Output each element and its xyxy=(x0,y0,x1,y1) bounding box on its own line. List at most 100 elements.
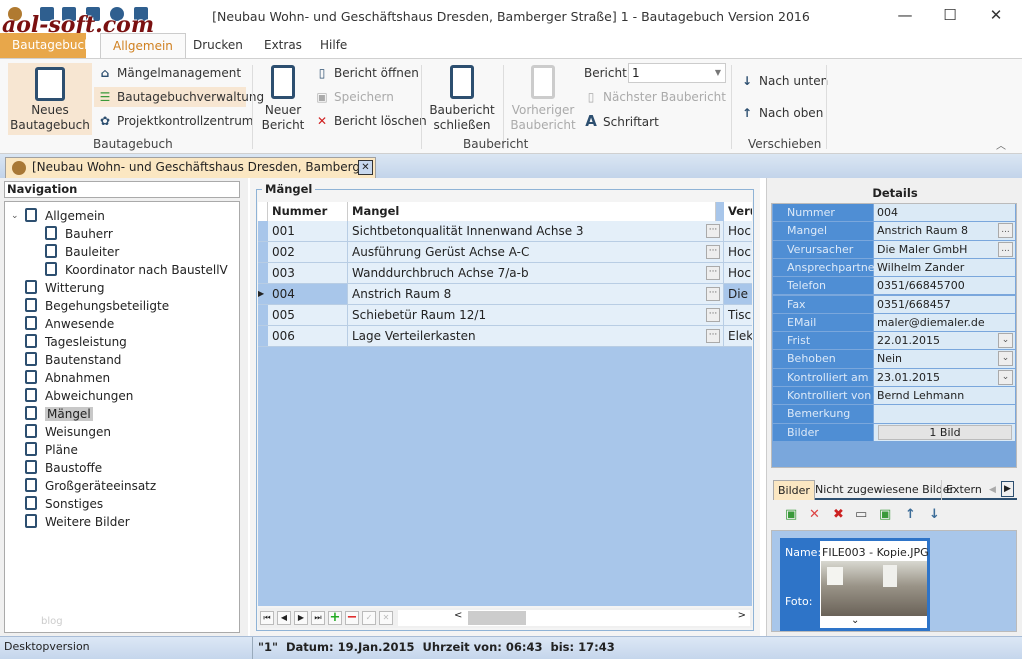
tree-item[interactable]: Weisungen xyxy=(25,423,111,441)
move-up-icon[interactable]: ↑ xyxy=(905,507,916,522)
move-down-icon[interactable]: ↓ xyxy=(929,507,940,522)
detail-value-field[interactable]: maler@diemaler.de xyxy=(874,313,1015,332)
column-header[interactable]: Nummer xyxy=(268,202,348,221)
table-row[interactable]: 001 Sichtbetonqualität Innenwand Achse 3 ·… xyxy=(258,221,752,242)
tree-item[interactable]: Abweichungen xyxy=(25,387,133,405)
horizontal-scrollbar[interactable]: < > xyxy=(398,610,750,626)
neuer-bericht-button[interactable]: Neuer Bericht xyxy=(260,65,306,133)
tab-bilder[interactable]: Bilder xyxy=(773,480,815,500)
detail-value-field[interactable]: Wilhelm Zander xyxy=(874,258,1015,277)
detail-value-field[interactable]: Bernd Lehmann xyxy=(874,387,1015,405)
post-record-button[interactable]: ✓ xyxy=(362,611,376,625)
nach-unten-button[interactable]: ↓ Nach unten xyxy=(740,71,828,91)
detail-value-field[interactable]: 004 xyxy=(874,204,1015,222)
chevron-down-icon[interactable]: ⌄ xyxy=(851,615,859,626)
ellipsis-button[interactable]: ... xyxy=(998,241,1013,257)
ellipsis-button[interactable]: ··· xyxy=(706,245,720,259)
delete-icon[interactable]: ✖ xyxy=(833,507,844,522)
ellipsis-button[interactable]: ··· xyxy=(706,287,720,301)
table-row[interactable]: ▶004Anstrich Raum 8··· Die M xyxy=(258,284,752,305)
tree-item[interactable]: Sonstiges xyxy=(25,495,103,513)
tree-item[interactable]: Begehungsbeteiligte xyxy=(25,297,169,315)
tree-item[interactable]: Tagesleistung xyxy=(25,333,127,351)
add-image-icon[interactable]: ▣ xyxy=(785,507,797,522)
detail-value-field[interactable]: 1 Bild xyxy=(874,423,1015,441)
tree-item[interactable]: Pläne xyxy=(25,441,78,459)
dropdown-chevron-icon[interactable]: ⌄ xyxy=(998,333,1013,349)
table-row[interactable]: 005Schiebetür Raum 12/1··· Tisch xyxy=(258,305,752,326)
photo-thumbnail[interactable] xyxy=(821,561,927,616)
speichern-button[interactable]: ▣ Speichern xyxy=(315,87,394,107)
tab-hilfe[interactable]: Hilfe xyxy=(308,33,359,58)
detail-value-field[interactable]: Anstrich Raum 8... xyxy=(874,222,1015,240)
tab-nicht-zugewiesene-bilder[interactable]: Nicht zugewiesene Bilder xyxy=(811,480,958,500)
document-tab[interactable]: [Neubau Wohn- und Geschäftshaus Dresden,… xyxy=(5,157,376,193)
tab-allgemein[interactable]: Allgemein xyxy=(100,33,186,58)
ellipsis-button[interactable]: ··· xyxy=(706,308,720,322)
close-tab-icon[interactable]: ✕ xyxy=(358,160,373,175)
maximize-button[interactable]: ☐ xyxy=(935,6,965,26)
tree-item[interactable]: Bauherr xyxy=(45,225,113,243)
detail-value-field[interactable]: 0351/66845700 xyxy=(874,277,1015,295)
tree-item[interactable]: Mängel xyxy=(25,405,93,423)
tree-item[interactable]: Großgeräteeinsatz xyxy=(25,477,156,495)
tab-bautagebuch[interactable]: Bautagebuch xyxy=(0,33,92,58)
tree-item[interactable]: Koordinator nach BaustellV xyxy=(45,261,228,279)
collapse-icon[interactable]: ⌄ xyxy=(11,207,19,225)
naechster-baubericht-button[interactable]: ▯ Nächster Baubericht xyxy=(584,87,726,107)
first-record-button[interactable]: ⏮ xyxy=(260,611,274,625)
detail-value-field[interactable]: Die Maler GmbH... xyxy=(874,240,1015,258)
tree-item[interactable]: Weitere Bilder xyxy=(25,513,130,531)
ellipsis-button[interactable]: ··· xyxy=(706,266,720,280)
column-header[interactable]: Mangel xyxy=(348,202,716,221)
dropdown-chevron-icon[interactable]: ⌄ xyxy=(998,351,1013,367)
table-row[interactable]: 006 Lage Verteilerkasten ··· Elek xyxy=(258,326,752,347)
minimize-button[interactable]: — xyxy=(890,6,920,26)
tab-extras[interactable]: Extras xyxy=(252,33,314,58)
close-button[interactable]: ✕ xyxy=(981,6,1011,26)
table-row[interactable]: 003Wanddurchbruch Achse 7/a-b··· Hoch xyxy=(258,263,752,284)
baubericht-schliessen-button[interactable]: Baubericht schließen xyxy=(428,65,496,133)
cancel-record-button[interactable]: ✕ xyxy=(379,611,393,625)
tab-drucken[interactable]: Drucken xyxy=(181,33,255,58)
tab-scroll-right-icon[interactable]: ▶ xyxy=(1001,481,1014,497)
ellipsis-button[interactable]: ··· xyxy=(706,224,720,238)
bericht-loeschen-button[interactable]: ✕ Bericht löschen xyxy=(315,111,427,131)
tree-item[interactable]: Witterung xyxy=(25,279,105,297)
dropdown-chevron-icon[interactable]: ⌄ xyxy=(998,369,1013,385)
bericht-oeffnen-button[interactable]: ▯ Bericht öffnen xyxy=(315,63,419,83)
collapse-ribbon-icon[interactable]: ︿ xyxy=(996,137,1006,152)
projektkontrollzentrum-button[interactable]: ✿ Projektkontrollzentrum xyxy=(98,111,254,131)
vorheriger-baubericht-button[interactable]: Vorheriger Baubericht xyxy=(508,65,578,133)
tree-item[interactable]: Abnahmen xyxy=(25,369,110,387)
table-row[interactable]: 002Ausführung Gerüst Achse A-C··· Hoch xyxy=(258,242,752,263)
detail-value-field[interactable] xyxy=(874,405,1015,423)
schriftart-button[interactable]: A Schriftart xyxy=(584,111,659,131)
tree-item[interactable]: Baustoffe xyxy=(25,459,102,477)
detail-value-field[interactable]: Nein ⌄ xyxy=(874,350,1015,368)
tree-item[interactable]: ⌄ Allgemein xyxy=(11,207,105,225)
bilder-button[interactable]: 1 Bild xyxy=(878,424,1012,440)
tab-scroll-left-icon[interactable]: ◀ xyxy=(987,480,998,500)
neues-bautagebuch-button[interactable]: Neues Bautagebuch xyxy=(8,63,92,135)
add-record-button[interactable]: + xyxy=(328,611,342,625)
scroll-right-icon[interactable]: > xyxy=(738,610,746,621)
detail-value-field[interactable]: 0351/668457 xyxy=(874,295,1015,313)
detail-value-field[interactable]: 22.01.2015 ⌄ xyxy=(874,332,1015,350)
delete-record-button[interactable]: − xyxy=(345,611,359,625)
tree-item[interactable]: Bautenstand xyxy=(25,351,121,369)
nach-oben-button[interactable]: ↑ Nach oben xyxy=(740,103,823,123)
prev-record-button[interactable]: ◀ xyxy=(277,611,291,625)
remove-icon[interactable]: ✕ xyxy=(809,507,820,522)
tree-item[interactable]: Bauleiter xyxy=(45,243,119,261)
bautagebuchverwaltung-button[interactable]: ☰ Bautagebuchverwaltung xyxy=(94,87,264,107)
next-record-button[interactable]: ▶ xyxy=(294,611,308,625)
bericht-select[interactable]: 1 ▼ xyxy=(628,63,726,83)
column-header[interactable]: Veru xyxy=(724,202,752,221)
rename-icon[interactable]: ▭ xyxy=(855,507,867,522)
ellipsis-button[interactable]: ... xyxy=(998,223,1013,239)
picture-card[interactable]: Name: FILE003 - Kopie.JPG Foto: ⌄ xyxy=(780,538,930,631)
last-record-button[interactable]: ⏭ xyxy=(311,611,325,625)
scroll-left-icon[interactable]: < xyxy=(454,610,462,621)
ellipsis-button[interactable]: ··· xyxy=(706,329,720,343)
